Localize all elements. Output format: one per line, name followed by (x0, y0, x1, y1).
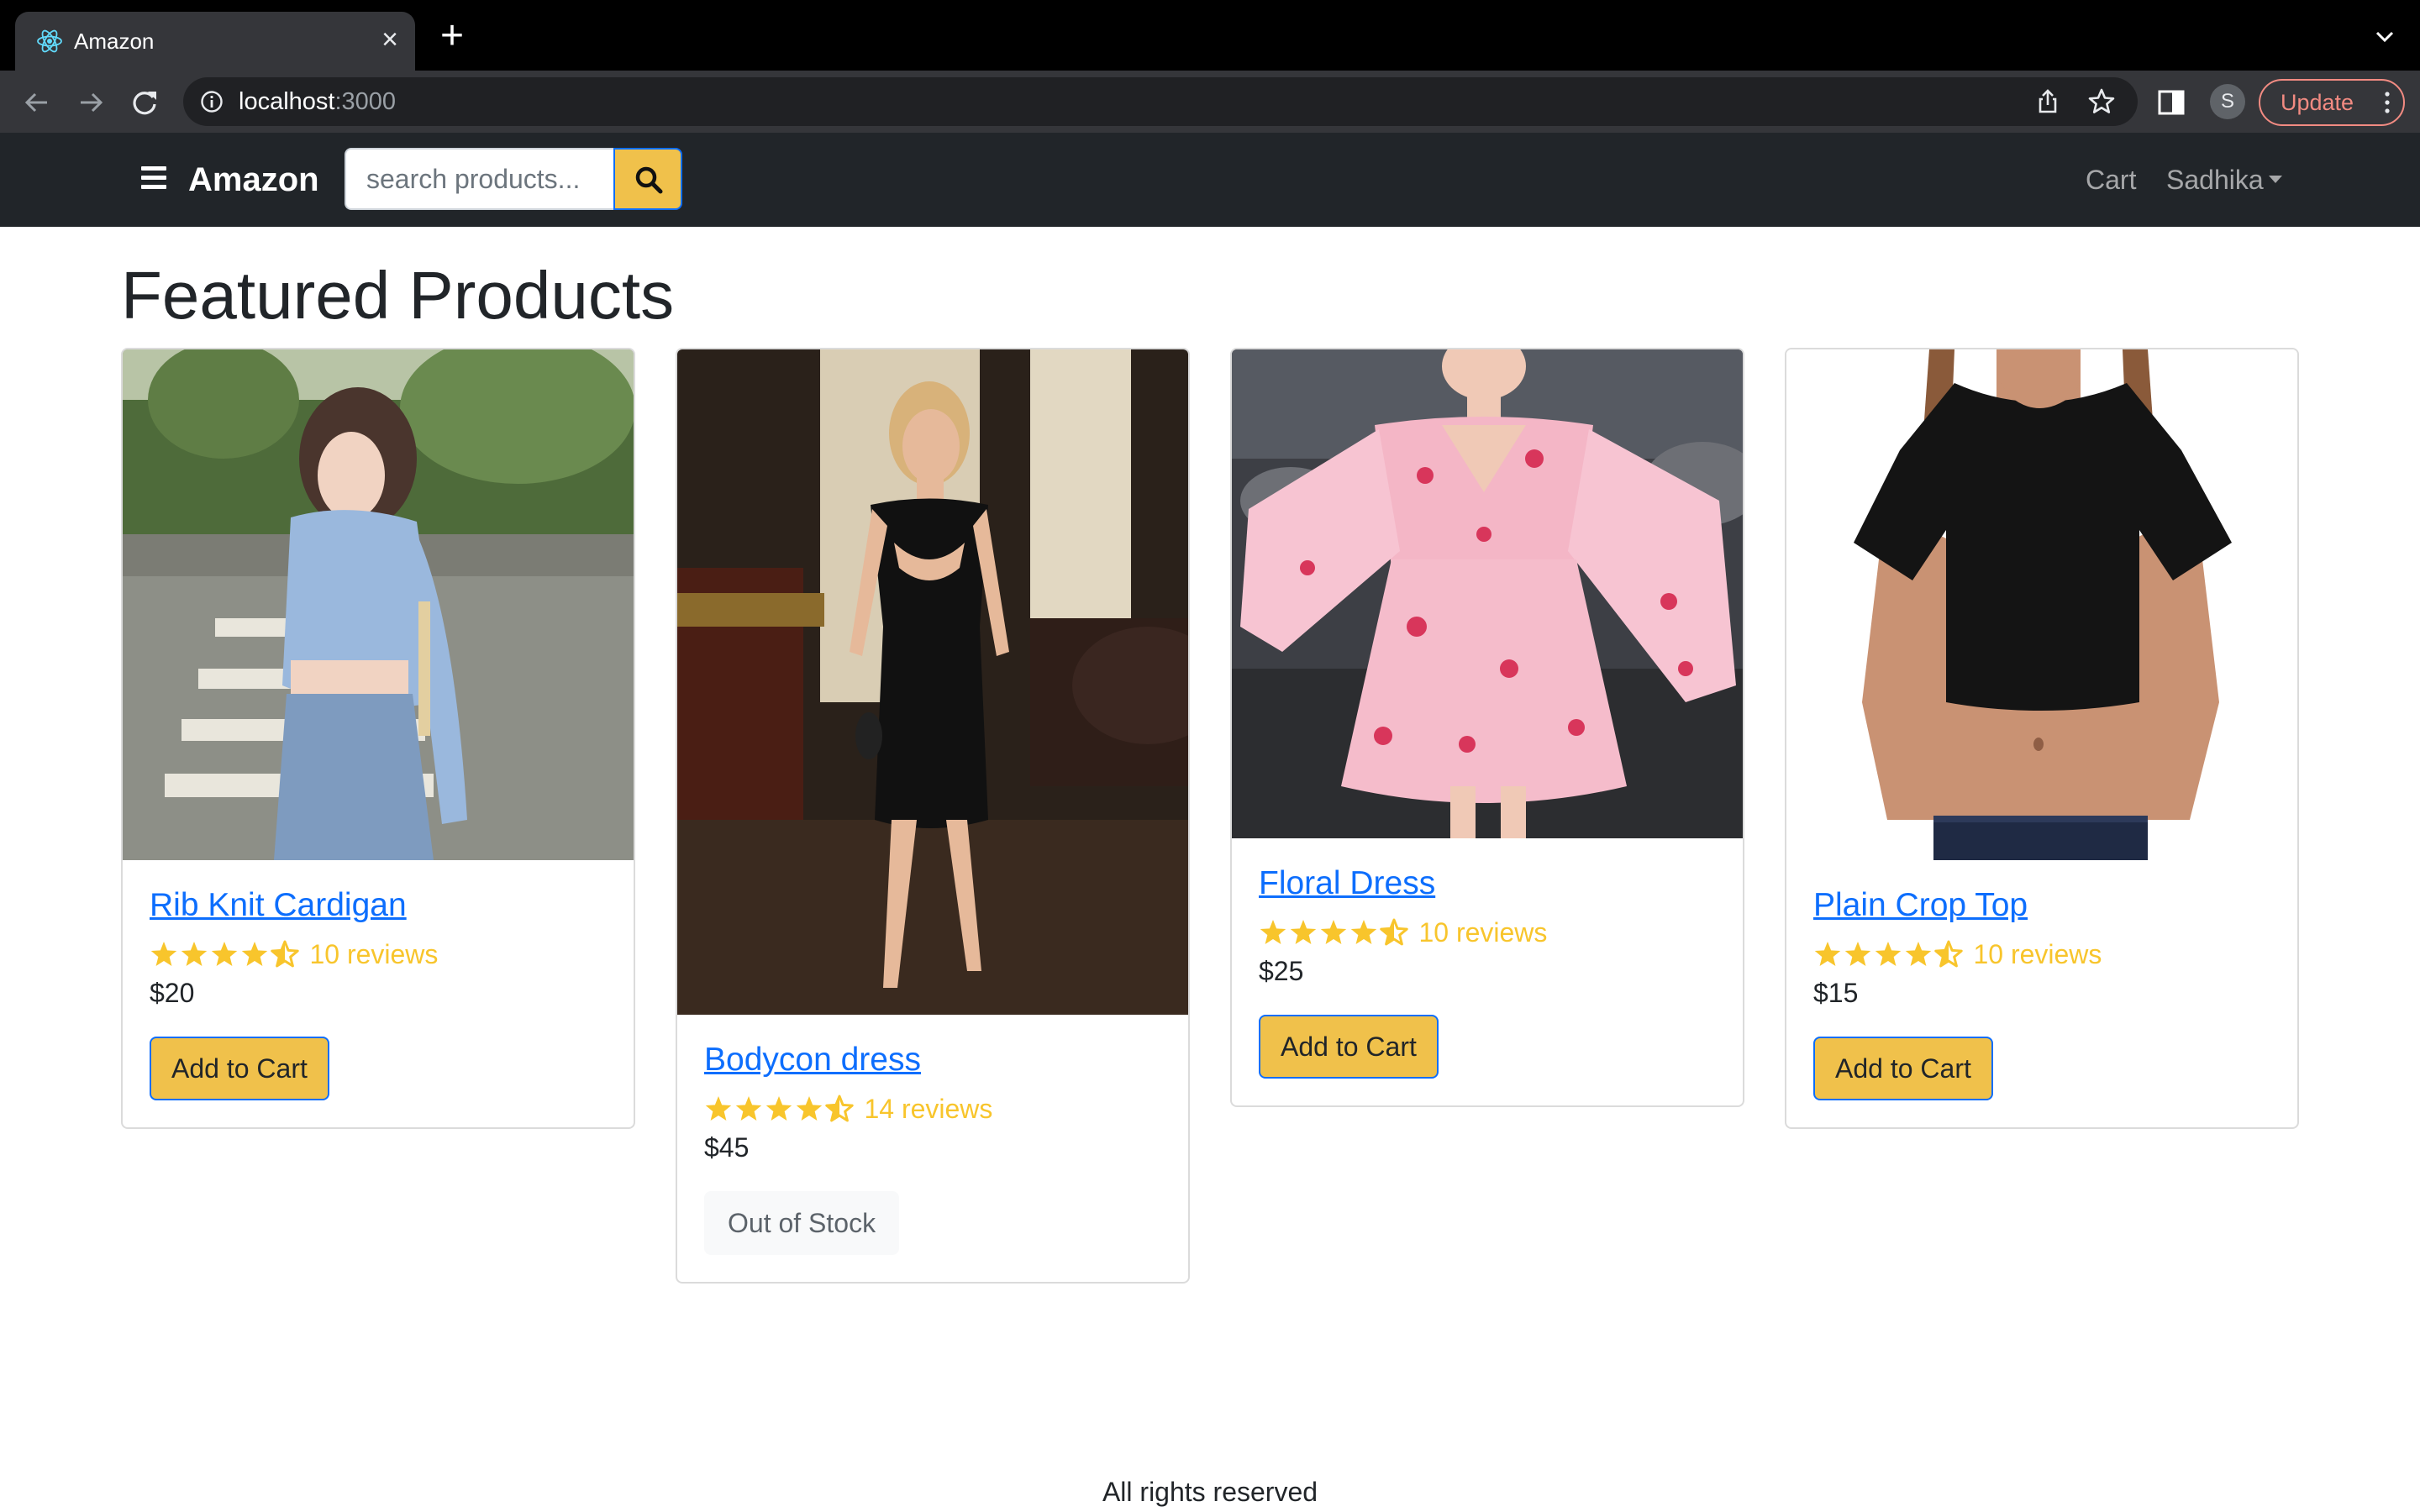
react-icon (37, 29, 62, 53)
review-count: 10 reviews (1973, 939, 2102, 969)
product-image[interactable] (1786, 349, 2297, 860)
star-full-icon (241, 942, 268, 966)
share-icon[interactable] (2033, 87, 2062, 116)
product-image[interactable] (123, 349, 634, 860)
page-title: Featured Products (121, 258, 675, 333)
out-of-stock-button[interactable]: Out of Stock (704, 1191, 900, 1255)
product-price: $25 (1259, 956, 1304, 986)
user-dropdown[interactable]: Sadhika (2166, 161, 2282, 198)
product-card: Floral Dress 10 reviews $25 Add to Cart (1230, 348, 1744, 1107)
rating-stars-icon (1814, 940, 1963, 968)
rating-stars-icon (150, 940, 299, 968)
product-title-link[interactable]: Plain Crop Top (1813, 884, 2028, 927)
search-input[interactable] (345, 148, 615, 210)
review-count: 14 reviews (864, 1094, 993, 1124)
back-icon[interactable] (18, 84, 55, 121)
star-full-icon (735, 1096, 762, 1121)
star-full-icon (1875, 942, 1902, 966)
star-full-icon (181, 942, 208, 966)
rating-stars-icon (1260, 918, 1408, 946)
star-full-icon (1905, 942, 1932, 966)
star-full-icon (1320, 920, 1347, 944)
profile-avatar[interactable]: S (2210, 84, 2245, 119)
product-rating: 14 reviews (704, 1090, 1161, 1127)
product-card: Rib Knit Cardigan 10 reviews $20 Add to … (121, 348, 635, 1129)
star-full-icon (1844, 942, 1871, 966)
cart-link[interactable]: Cart (2086, 161, 2136, 198)
close-tab-icon[interactable]: × (375, 25, 405, 55)
rating-stars-icon (705, 1095, 854, 1122)
product-price: $20 (150, 978, 195, 1008)
tab-title: Amazon (74, 29, 155, 54)
product-price: $15 (1813, 978, 1859, 1008)
review-count: 10 reviews (1418, 917, 1548, 948)
star-full-icon (1260, 920, 1286, 944)
star-full-icon (765, 1096, 792, 1121)
menu-icon[interactable] (141, 166, 166, 190)
caret-down-icon (2268, 176, 2282, 184)
side-panel-icon[interactable] (2156, 87, 2186, 118)
footer-text: All rights reserved (1102, 1477, 1318, 1507)
card-body: Floral Dress 10 reviews $25 Add to Cart (1232, 838, 1743, 1105)
card-body: Plain Crop Top 10 reviews $15 Add to Car… (1786, 860, 2297, 1127)
user-name: Sadhika (2166, 165, 2264, 195)
browser-tabstrip: Amazon × + (0, 0, 2420, 71)
app-navbar: Amazon Cart Sadhika (0, 133, 2420, 227)
search-icon (635, 166, 663, 194)
product-rating: 10 reviews (150, 936, 607, 973)
url-text: localhost:3000 (239, 87, 396, 116)
search-button[interactable] (613, 148, 682, 210)
product-title-link[interactable]: Floral Dress (1259, 862, 1435, 906)
product-image[interactable] (677, 349, 1188, 1015)
chevron-down-icon[interactable] (2371, 24, 2398, 50)
star-full-icon (796, 1096, 823, 1121)
star-full-icon (211, 942, 238, 966)
info-icon[interactable] (200, 90, 224, 113)
browser-toolbar: localhost:3000 S Update (0, 71, 2420, 133)
star-full-icon (1350, 920, 1377, 944)
product-image[interactable] (1232, 349, 1743, 838)
bookmark-star-icon[interactable] (2087, 87, 2116, 116)
more-menu-icon[interactable] (2385, 91, 2390, 114)
product-title-link[interactable]: Bodycon dress (704, 1038, 921, 1082)
product-title-link[interactable]: Rib Knit Cardigan (150, 884, 407, 927)
product-card: Plain Crop Top 10 reviews $15 Add to Car… (1785, 348, 2299, 1129)
product-rating: 10 reviews (1813, 936, 2270, 973)
reload-icon[interactable] (126, 84, 163, 121)
star-full-icon (705, 1096, 732, 1121)
add-to-cart-button[interactable]: Add to Cart (1813, 1037, 1993, 1100)
star-full-icon (150, 942, 177, 966)
add-to-cart-button[interactable]: Add to Cart (150, 1037, 329, 1100)
card-body: Rib Knit Cardigan 10 reviews $20 Add to … (123, 860, 634, 1127)
product-card: Bodycon dress 14 reviews $45 Out of Stoc… (676, 348, 1190, 1284)
review-count: 10 reviews (309, 939, 439, 969)
update-button[interactable]: Update (2259, 79, 2405, 126)
brand-logo[interactable]: Amazon (188, 158, 319, 202)
browser-tab[interactable]: Amazon × (15, 12, 415, 71)
product-price: $45 (704, 1132, 750, 1163)
star-full-icon (1814, 942, 1841, 966)
forward-icon[interactable] (72, 84, 109, 121)
update-label: Update (2281, 90, 2354, 115)
url-host: localhost (239, 88, 335, 115)
star-full-icon (1290, 920, 1317, 944)
add-to-cart-button[interactable]: Add to Cart (1259, 1015, 1439, 1079)
product-rating: 10 reviews (1259, 914, 1716, 951)
url-port: :3000 (334, 88, 397, 115)
new-tab-icon[interactable]: + (435, 16, 469, 56)
address-bar[interactable]: localhost:3000 (183, 77, 2138, 126)
card-body: Bodycon dress 14 reviews $45 Out of Stoc… (677, 1015, 1188, 1282)
